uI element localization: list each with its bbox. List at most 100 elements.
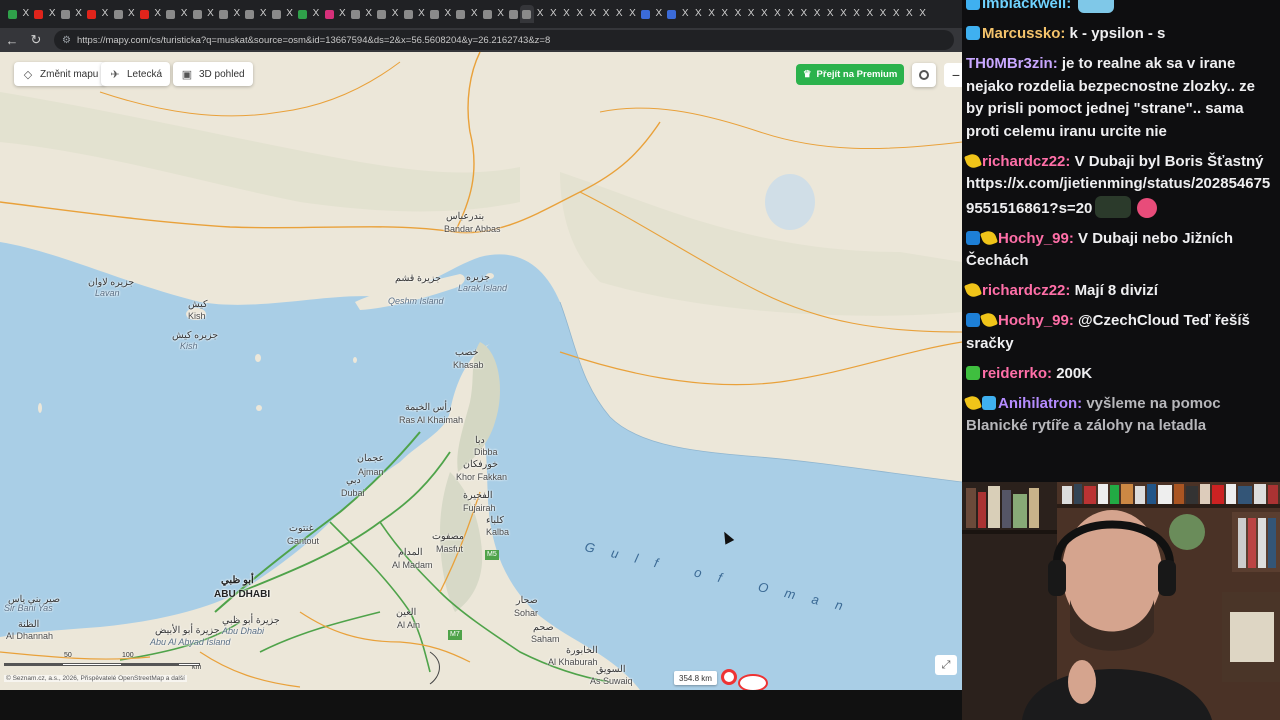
browser-tab[interactable]: X (560, 5, 573, 23)
address-bar[interactable]: ⚙ https://mapy.com/cs/turisticka?q=muska… (54, 30, 954, 50)
site-info-icon[interactable]: ⚙ (62, 35, 71, 46)
premium-button[interactable]: ♛ Přejít na Premium (796, 64, 905, 85)
browser-tab[interactable] (349, 5, 362, 23)
chat-username[interactable]: Anihilatron (998, 395, 1077, 412)
browser-tab[interactable]: X (494, 5, 507, 23)
chat-username[interactable]: Hochy_99 (998, 312, 1069, 329)
browser-tab[interactable]: X (336, 5, 349, 23)
browser-tab[interactable]: X (797, 5, 810, 23)
change-map-button[interactable]: ◇ Změnit mapu (14, 62, 107, 86)
chat-username[interactable]: imblackwell (982, 0, 1066, 12)
browser-tab[interactable] (402, 5, 415, 23)
browser-tab[interactable]: X (876, 5, 889, 23)
map-pin-icon[interactable] (721, 669, 737, 685)
browser-tab[interactable]: X (863, 5, 876, 23)
browser-tab[interactable] (665, 5, 678, 23)
browser-tab[interactable] (507, 5, 520, 23)
browser-tab[interactable]: X (731, 5, 744, 23)
aerial-button[interactable]: ✈ Letecká (101, 62, 171, 86)
browser-tab[interactable]: X (850, 5, 863, 23)
sub-badge-icon[interactable] (964, 393, 982, 412)
browser-tab[interactable]: X (599, 5, 612, 23)
browser-tab[interactable]: X (903, 5, 916, 23)
map-canvas[interactable]: بندرعباس Bandar Abbas جزيرة قشم Qeshm Is… (0, 52, 962, 690)
browser-tab[interactable]: X (586, 5, 599, 23)
sub-badge-icon[interactable] (980, 228, 998, 247)
browser-tab[interactable]: X (692, 5, 705, 23)
browser-tab[interactable]: X (547, 5, 560, 23)
sub-badge-icon[interactable] (964, 151, 982, 170)
browser-tab[interactable] (296, 5, 309, 23)
browser-tab[interactable]: X (98, 5, 111, 23)
back-icon[interactable]: ← (0, 28, 24, 52)
browser-tab[interactable]: X (837, 5, 850, 23)
browser-tab[interactable]: X (415, 5, 428, 23)
fullscreen-icon[interactable]: ⤢ (935, 655, 957, 675)
cube-badge-icon[interactable] (966, 26, 980, 40)
browser-tab[interactable] (32, 5, 45, 23)
browser-tab[interactable]: X (626, 5, 639, 23)
browser-tab[interactable]: X (309, 5, 322, 23)
browser-tab[interactable] (520, 5, 534, 23)
browser-tab[interactable]: X (257, 5, 270, 23)
browser-tab[interactable]: X (230, 5, 243, 23)
tab-strip[interactable]: XXXXXXXXXXXXXXXXXXXXXXXXXXXXXXXXXXXXXXXX… (0, 0, 962, 28)
browser-tab[interactable] (217, 5, 230, 23)
map-copyright[interactable]: © Seznam.cz, a.s., 2026, Přispěvatelé Op… (4, 675, 187, 682)
browser-tab[interactable]: X (468, 5, 481, 23)
browser-tab[interactable]: X (718, 5, 731, 23)
browser-tab[interactable] (85, 5, 98, 23)
browser-tab[interactable]: X (72, 5, 85, 23)
browser-tab[interactable] (323, 5, 336, 23)
browser-tab[interactable] (428, 5, 441, 23)
browser-tab[interactable]: X (890, 5, 903, 23)
browser-tab[interactable]: X (824, 5, 837, 23)
zoom-out-button[interactable]: − (944, 63, 962, 87)
boost-badge-icon[interactable] (966, 230, 980, 245)
browser-tab[interactable] (375, 5, 388, 23)
reload-icon[interactable]: ↻ (24, 28, 48, 52)
browser-tab[interactable]: X (283, 5, 296, 23)
browser-tab[interactable]: X (810, 5, 823, 23)
locate-button[interactable] (912, 63, 936, 87)
browser-tab[interactable] (6, 5, 19, 23)
browser-tab[interactable] (454, 5, 467, 23)
browser-tab[interactable]: X (573, 5, 586, 23)
3d-view-button[interactable]: ▣ 3D pohled (173, 62, 253, 86)
browser-tab[interactable]: X (784, 5, 797, 23)
browser-tab[interactable]: X (745, 5, 758, 23)
map-pin-icon[interactable] (738, 674, 768, 690)
browser-tab[interactable] (639, 5, 652, 23)
browser-tab[interactable]: X (125, 5, 138, 23)
chat-username[interactable]: TH0MBr3zin (966, 55, 1053, 72)
cube-badge-icon[interactable] (982, 395, 996, 410)
browser-tab[interactable]: X (705, 5, 718, 23)
browser-tab[interactable] (138, 5, 151, 23)
cube-badge-icon[interactable] (966, 0, 980, 10)
browser-tab[interactable] (270, 5, 283, 23)
chat-username[interactable]: Hochy_99 (998, 230, 1069, 247)
browser-tab[interactable]: X (613, 5, 626, 23)
browser-tab[interactable]: X (534, 5, 547, 23)
browser-tab[interactable]: X (441, 5, 454, 23)
browser-tab[interactable]: X (46, 5, 59, 23)
boost-badge-icon[interactable] (966, 313, 980, 327)
browser-tab[interactable] (481, 5, 494, 23)
browser-tab[interactable]: X (679, 5, 692, 23)
browser-tab[interactable] (243, 5, 256, 23)
browser-tab[interactable] (191, 5, 204, 23)
browser-tab[interactable]: X (177, 5, 190, 23)
browser-tab[interactable] (112, 5, 125, 23)
browser-tab[interactable]: X (388, 5, 401, 23)
browser-tab[interactable]: X (151, 5, 164, 23)
browser-tab[interactable] (59, 5, 72, 23)
browser-tab[interactable]: X (916, 5, 929, 23)
browser-tab[interactable] (164, 5, 177, 23)
chat-username[interactable]: richardcz22 (982, 282, 1065, 299)
browser-tab[interactable]: X (758, 5, 771, 23)
chat-username[interactable]: Marcussko (982, 25, 1060, 42)
sub-badge-icon[interactable] (964, 281, 982, 299)
chat-username[interactable]: reiderrko (982, 365, 1047, 382)
chat-username[interactable]: richardcz22 (982, 153, 1065, 170)
browser-tab[interactable]: X (771, 5, 784, 23)
